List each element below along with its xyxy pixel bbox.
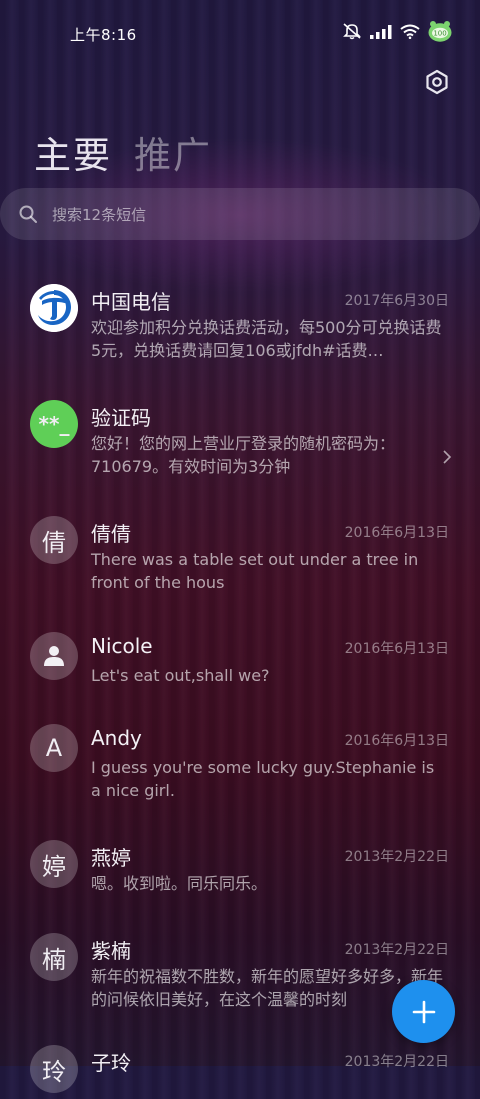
tab-primary[interactable]: 主要 (34, 125, 112, 179)
wifi-icon (400, 24, 420, 43)
conversation-item[interactable]: 婷 燕婷 2013年2月22日 嗯。收到啦。同乐同乐。 (0, 834, 480, 927)
contact-name: 验证码 (91, 406, 151, 430)
status-time: 上午8:16 (70, 26, 137, 44)
mute-icon (342, 22, 362, 44)
contact-name: 子玲 (91, 1051, 131, 1075)
avatar: A (30, 724, 78, 772)
tab-bar: 主要 推广 (34, 125, 212, 179)
message-preview: 您好！您的网上营业厅登录的随机密码为：710679。有效时间为3分钟 (91, 434, 396, 476)
conversation-item[interactable]: A Andy 2016年6月13日 I guess you're some lu… (0, 718, 480, 834)
contact-name: Andy (91, 726, 142, 750)
message-date: 2013年2月22日 (344, 942, 449, 958)
message-preview: 新年的祝福数不胜数，新年的愿望好多好多，新年的问候依旧美好，在这个温馨的时刻 (91, 967, 444, 1009)
avatar (30, 632, 78, 680)
message-preview: 嗯。收到啦。同乐同乐。 (91, 874, 268, 893)
contact-name: 倩倩 (91, 522, 131, 546)
conversation-item[interactable]: **_ 验证码 您好！您的网上营业厅登录的随机密码为：710679。有效时间为3… (0, 394, 480, 510)
avatar: 楠 (30, 933, 78, 981)
avatar: 玲 (30, 1045, 78, 1093)
message-date: 2016年6月13日 (344, 641, 449, 657)
avatar: 倩 (30, 516, 78, 564)
china-telecom-logo-icon (30, 284, 78, 332)
contact-name: Nicole (91, 634, 153, 658)
message-date: 2016年6月13日 (344, 733, 449, 749)
message-date: 2013年2月22日 (344, 849, 449, 865)
tab-promotions[interactable]: 推广 (134, 125, 212, 179)
status-icons: 100 (342, 20, 452, 46)
conversation-item[interactable]: Nicole 2016年6月13日 Let's eat out,shall we… (0, 626, 480, 718)
message-preview: I guess you're some lucky guy.Stephanie … (91, 758, 435, 800)
search-icon (19, 205, 37, 223)
conversation-item[interactable]: 玲 子玲 2013年2月22日 (0, 1039, 480, 1099)
person-icon (44, 646, 64, 666)
avatar: **_ (30, 400, 78, 448)
message-date: 2016年6月13日 (344, 525, 449, 541)
settings-button[interactable] (422, 67, 452, 97)
message-preview: 欢迎参加积分兑换话费活动，每500分可兑换话费5元，兑换话费请回复106或jfd… (91, 318, 442, 360)
message-date: 2013年2月22日 (344, 1054, 449, 1070)
conversation-item[interactable]: 倩 倩倩 2016年6月13日 There was a table set ou… (0, 510, 480, 626)
search-bar[interactable]: 搜索12条短信 (0, 188, 480, 240)
avatar (30, 284, 78, 332)
signal-icon (370, 24, 392, 43)
conversation-item[interactable]: 中国电信 2017年6月30日 欢迎参加积分兑换话费活动，每500分可兑换话费5… (0, 278, 480, 394)
search-input[interactable]: 搜索12条短信 (52, 204, 146, 225)
gear-icon (426, 69, 448, 95)
message-preview: There was a table set out under a tree i… (91, 550, 419, 592)
contact-name: 燕婷 (91, 846, 131, 870)
contact-name: 中国电信 (91, 290, 171, 314)
compose-button[interactable] (392, 980, 455, 1043)
contact-name: 紫楠 (91, 939, 131, 963)
plus-icon (412, 1000, 435, 1023)
conversation-list: 中国电信 2017年6月30日 欢迎参加积分兑换话费活动，每500分可兑换话费5… (0, 278, 480, 1099)
message-date: 2017年6月30日 (344, 293, 449, 309)
status-bar: 上午8:16 100 (0, 0, 480, 64)
chevron-right-icon[interactable] (442, 449, 452, 465)
avatar: 婷 (30, 840, 78, 888)
svg-text:100: 100 (433, 30, 446, 38)
battery-icon: 100 (428, 20, 452, 46)
message-preview: Let's eat out,shall we? (91, 666, 270, 685)
